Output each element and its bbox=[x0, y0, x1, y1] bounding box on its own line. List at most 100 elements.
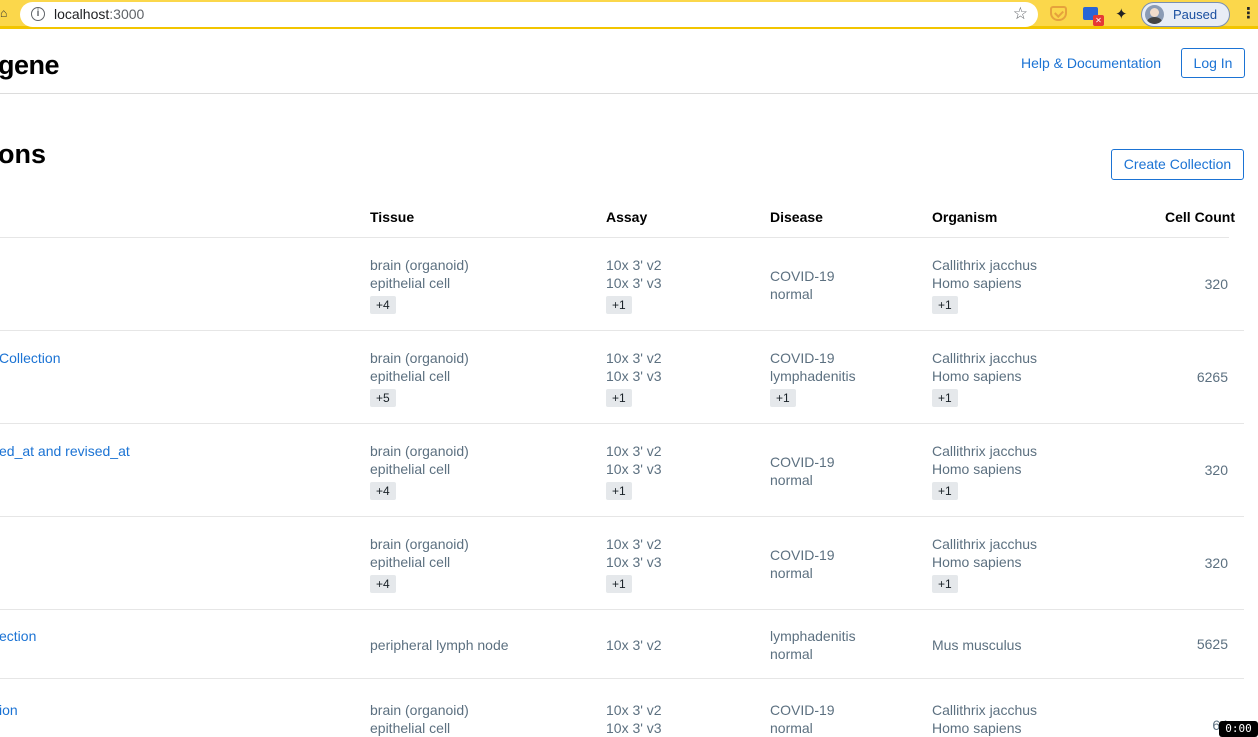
disease-more-tag[interactable]: +1 bbox=[770, 388, 796, 407]
url-text[interactable]: localhost:3000 bbox=[54, 6, 144, 22]
column-header-organism: Organism bbox=[932, 209, 998, 225]
table-row[interactable]: brain (organoid) epithelial cell +4 10x 3' … bbox=[0, 238, 1244, 331]
profile-button[interactable]: Paused bbox=[1141, 2, 1230, 27]
disease-value: normal bbox=[770, 471, 813, 488]
tissue-more-tag[interactable]: +5 bbox=[370, 388, 396, 407]
organism-more-tag[interactable]: +1 bbox=[932, 388, 958, 407]
collection-name-link[interactable]: ion bbox=[0, 702, 18, 718]
column-header-disease: Disease bbox=[770, 209, 823, 225]
organism-value: Callithrix jacchus bbox=[932, 535, 1038, 552]
column-header-tissue: Tissue bbox=[370, 209, 415, 225]
organism-value: Homo sapiens bbox=[932, 274, 1022, 291]
organism-more-tag[interactable]: +1 bbox=[932, 295, 958, 314]
login-button[interactable]: Log In bbox=[1181, 48, 1245, 78]
recording-timer: 0:00 bbox=[1219, 721, 1258, 737]
tissue-value: brain (organoid) bbox=[370, 702, 469, 718]
disease-value: normal bbox=[770, 645, 813, 662]
tissue-more-tag[interactable]: +4 bbox=[370, 295, 396, 314]
assay-value: 10x 3' v3 bbox=[606, 720, 662, 736]
extension-icon[interactable]: ✕ bbox=[1083, 7, 1104, 26]
assay-value: 10x 3' v3 bbox=[606, 460, 662, 477]
assay-more-tag[interactable]: +1 bbox=[606, 481, 632, 500]
disease-value: COVID-19 bbox=[770, 349, 835, 366]
page-title: ons bbox=[0, 139, 47, 169]
cell-tissue: brain (organoid) epithelial cell +5 bbox=[370, 349, 469, 407]
tissue-value: epithelial cell bbox=[370, 553, 451, 570]
tissue-more-tag[interactable]: +4 bbox=[370, 574, 396, 593]
cell-disease: COVID-19 normal bbox=[770, 701, 835, 737]
cell-tissue: brain (organoid) epithelial cell +4 bbox=[370, 535, 469, 593]
assay-value: 10x 3' v2 bbox=[606, 702, 662, 718]
organism-more-tag[interactable]: +1 bbox=[932, 481, 958, 500]
browser-menu-icon[interactable]: ⋮ bbox=[1241, 4, 1256, 22]
error-badge-icon: ✕ bbox=[1093, 15, 1104, 26]
disease-value: COVID-19 bbox=[770, 702, 835, 718]
url-port: :3000 bbox=[109, 6, 145, 22]
pocket-extension-icon[interactable] bbox=[1050, 6, 1067, 21]
tissue-value: brain (organoid) bbox=[370, 535, 469, 552]
tissue-value: epithelial cell bbox=[370, 720, 451, 736]
tissue-value: brain (organoid) bbox=[370, 442, 469, 459]
assay-value: 10x 3' v2 bbox=[606, 256, 662, 273]
home-icon[interactable]: ⌂ bbox=[0, 6, 8, 22]
column-header-assay: Assay bbox=[606, 209, 648, 225]
cell-disease: COVID-19 lymphadenitis +1 bbox=[770, 349, 856, 407]
organism-value: Callithrix jacchus bbox=[932, 442, 1038, 459]
tissue-value: epithelial cell bbox=[370, 460, 451, 477]
tissue-more-tag[interactable]: +4 bbox=[370, 481, 396, 500]
table-row[interactable]: ed_at and revised_at brain (organoid) epit… bbox=[0, 424, 1244, 517]
cell-disease: COVID-19 normal bbox=[770, 267, 835, 303]
browser-toolbar: ⌂ i localhost:3000 ☆ ✕ ✦ Paused ⋮ bbox=[0, 0, 1258, 29]
disease-value: COVID-19 bbox=[770, 546, 835, 563]
cell-organism: Callithrix jacchus Homo sapiens +1 bbox=[932, 535, 1037, 593]
organism-value: Homo sapiens bbox=[932, 367, 1022, 384]
info-icon[interactable]: i bbox=[31, 7, 45, 21]
organism-more-tag[interactable]: +1 bbox=[932, 574, 958, 593]
assay-more-tag[interactable]: +1 bbox=[606, 574, 632, 593]
cell-count-value: 6265 bbox=[1196, 368, 1228, 385]
assay-value: 10x 3' v2 bbox=[606, 349, 662, 366]
tissue-value: peripheral lymph node bbox=[370, 636, 509, 653]
organism-value: Callithrix jacchus bbox=[932, 256, 1038, 273]
cell-count-value: 320 bbox=[1204, 554, 1228, 571]
cell-disease: COVID-19 normal bbox=[770, 546, 835, 582]
disease-value: normal bbox=[770, 720, 813, 736]
extensions-puzzle-icon[interactable]: ✦ bbox=[1115, 5, 1128, 23]
cell-tissue: brain (organoid) epithelial cell +4 bbox=[370, 442, 469, 500]
cell-assay: 10x 3' v2 10x 3' v3 +1 bbox=[606, 535, 662, 593]
cell-count-value: 320 bbox=[1204, 461, 1228, 478]
cell-disease: COVID-19 normal bbox=[770, 453, 835, 489]
help-documentation-link[interactable]: Help & Documentation bbox=[1021, 55, 1161, 71]
table-row[interactable]: ion brain (organoid) epithelial cell 10x 3'… bbox=[0, 679, 1244, 737]
assay-value: 10x 3' v2 bbox=[606, 535, 662, 552]
organism-value: Homo sapiens bbox=[932, 460, 1022, 477]
organism-value: Homo sapiens bbox=[932, 553, 1022, 570]
assay-more-tag[interactable]: +1 bbox=[606, 388, 632, 407]
disease-value: lymphadenitis bbox=[770, 367, 856, 384]
url-host: localhost bbox=[54, 6, 110, 22]
disease-value: normal bbox=[770, 285, 813, 302]
disease-value: COVID-19 bbox=[770, 453, 835, 470]
column-header-cell-count: Cell Count bbox=[1165, 209, 1235, 225]
table-row[interactable]: ection peripheral lymph node 10x 3' v2 lymp… bbox=[0, 610, 1244, 679]
assay-more-tag[interactable]: +1 bbox=[606, 295, 632, 314]
collection-name-link[interactable]: Collection bbox=[0, 350, 60, 366]
table-row[interactable]: brain (organoid) epithelial cell +4 10x 3' … bbox=[0, 517, 1244, 610]
create-collection-button[interactable]: Create Collection bbox=[1111, 149, 1244, 180]
cell-tissue: peripheral lymph node bbox=[370, 636, 509, 654]
collection-name-link[interactable]: ed_at and revised_at bbox=[0, 443, 130, 459]
address-bar[interactable]: i localhost:3000 ☆ bbox=[20, 2, 1038, 27]
collection-name-link[interactable]: ection bbox=[0, 628, 36, 644]
cell-organism: Callithrix jacchus Homo sapiens +1 bbox=[932, 256, 1037, 314]
disease-value: normal bbox=[770, 564, 813, 581]
tissue-value: brain (organoid) bbox=[370, 256, 469, 273]
cell-count-value: 5625 bbox=[1196, 635, 1228, 652]
cell-assay: 10x 3' v2 10x 3' v3 +1 bbox=[606, 256, 662, 314]
bookmark-star-icon[interactable]: ☆ bbox=[1013, 4, 1028, 24]
tissue-value: brain (organoid) bbox=[370, 349, 469, 366]
table-row[interactable]: Collection brain (organoid) epithelial cel… bbox=[0, 331, 1244, 424]
cell-assay: 10x 3' v2 10x 3' v3 +1 bbox=[606, 349, 662, 407]
avatar bbox=[1145, 5, 1164, 24]
logo[interactable]: gene bbox=[0, 50, 60, 81]
disease-value: lymphadenitis bbox=[770, 627, 856, 644]
